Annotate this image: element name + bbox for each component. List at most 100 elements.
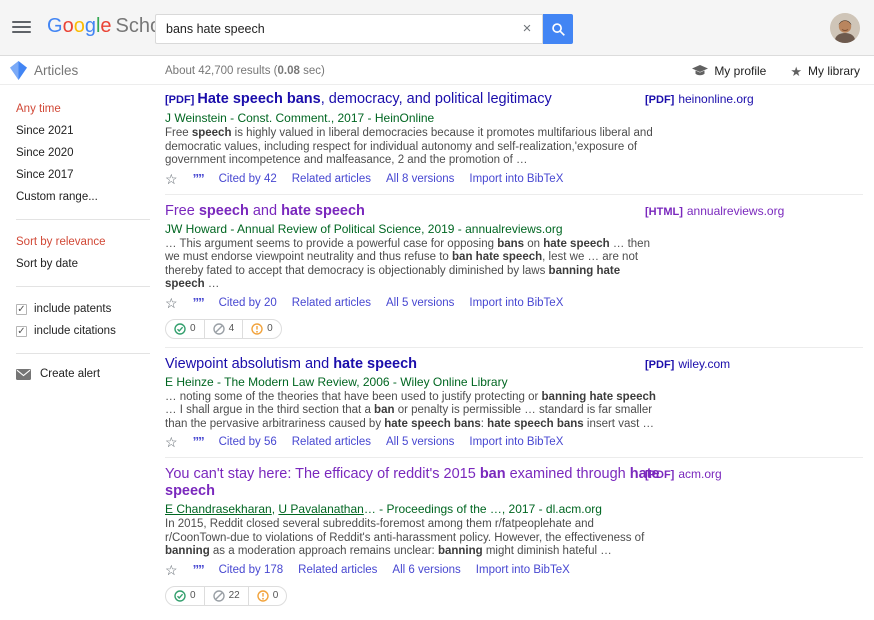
sidebar-filter-link[interactable]: Since 2020 [16,142,150,164]
checkbox-label: include citations [34,320,116,342]
avatar[interactable] [830,13,860,43]
result-title[interactable]: [PDF] Hate speech bans, democracy, and p… [165,91,662,109]
bibtex-link[interactable]: Import into BibTeX [469,436,563,448]
slash-circle-icon [213,590,225,602]
cite-icon[interactable]: ”” [193,173,204,185]
check-circle-icon [174,590,186,602]
sidebar: Any time Since 2021 Since 2020 Since 201… [16,98,150,380]
alert-circle-icon [257,590,269,602]
side-link[interactable]: [PDF]acm.org [645,467,722,481]
versions-link[interactable]: All 8 versions [386,173,454,185]
scite-badge[interactable]: 0 4 0 [165,319,282,339]
cite-icon[interactable]: ”” [193,297,204,309]
sidebar-filter-link[interactable]: Since 2017 [16,164,150,186]
sidebar-checkbox-row[interactable]: ✓ include patents [16,298,150,320]
checkbox-label: include patents [34,298,111,320]
create-alert-button[interactable]: Create alert [16,368,150,380]
search-result: Free speech and hate speech JW Howard - … [165,195,863,348]
sidebar-checkbox-row[interactable]: ✓ include citations [16,320,150,342]
bibtex-link[interactable]: Import into BibTeX [469,297,563,309]
my-profile-label: My profile [714,64,766,78]
scite-badge[interactable]: 0 22 0 [165,586,287,606]
divider [16,219,150,220]
result-title[interactable]: Free speech and hate speech [165,203,662,220]
section-label: Articles [34,63,78,78]
result-byline: J Weinstein - Const. Comment., 2017 - He… [165,111,662,125]
cited-by-link[interactable]: Cited by 20 [219,297,277,309]
result-snippet: Free speech is highly valued in liberal … [165,127,662,168]
bibtex-link[interactable]: Import into BibTeX [476,564,570,576]
related-articles-link[interactable]: Related articles [292,173,371,185]
result-actions: ☆ ”” Cited by 56 Related articles All 5 … [165,435,662,449]
result-main: You can't stay here: The efficacy of red… [165,466,662,606]
result-snippet: In 2015, Reddit closed several subreddit… [165,518,662,559]
result-main: [PDF] Hate speech bans, democracy, and p… [165,91,662,186]
scite-contrasting: 0 [249,587,287,605]
result-title[interactable]: Viewpoint absolutism and hate speech [165,356,662,373]
menu-button[interactable] [12,21,31,34]
side-link[interactable]: [PDF]heinonline.org [645,92,754,106]
scite-contrasting: 0 [243,320,281,338]
result-main: Viewpoint absolutism and hate speech E H… [165,356,662,450]
menu-bar [12,31,31,33]
check-circle-icon [174,323,186,335]
my-profile-link[interactable]: My profile [692,64,766,78]
sidebar-filter-link[interactable]: Sort by date [16,253,150,275]
top-header: GoogleScholar × [0,0,874,56]
sort-option-group: Sort by relevance Sort by date [16,231,150,275]
result-byline: JW Howard - Annual Review of Political S… [165,222,662,236]
save-icon[interactable]: ☆ [165,435,178,449]
search-button[interactable] [543,14,573,44]
sidebar-filter-link[interactable]: Since 2021 [16,120,150,142]
result-actions: ☆ ”” Cited by 20 Related articles All 5 … [165,296,662,310]
versions-link[interactable]: All 5 versions [386,297,454,309]
save-icon[interactable]: ☆ [165,172,178,186]
versions-link[interactable]: All 5 versions [386,436,454,448]
save-icon[interactable]: ☆ [165,563,178,577]
bibtex-link[interactable]: Import into BibTeX [469,173,563,185]
clear-search-icon[interactable]: × [519,20,535,37]
results-stats: About 42,700 results (0.08 sec) [165,65,325,77]
result-actions: ☆ ”” Cited by 42 Related articles All 8 … [165,172,662,186]
side-link[interactable]: [HTML]annualreviews.org [645,204,784,218]
sidebar-filter-link[interactable]: Sort by relevance [16,231,150,253]
cite-icon[interactable]: ”” [193,564,204,576]
cited-by-link[interactable]: Cited by 178 [219,564,284,576]
save-icon[interactable]: ☆ [165,296,178,310]
checkbox-icon[interactable]: ✓ [16,326,27,337]
result-actions: ☆ ”” Cited by 178 Related articles All 6… [165,563,662,577]
star-icon: ★ [790,65,802,78]
divider [16,353,150,354]
articles-dropdown-icon[interactable] [10,61,27,83]
toggle-group: ✓ include patents ✓ include citations [16,298,150,342]
related-articles-link[interactable]: Related articles [298,564,377,576]
result-snippet: … noting some of the theories that have … [165,391,662,432]
scite-supporting: 0 [166,320,205,338]
related-articles-link[interactable]: Related articles [292,436,371,448]
alert-circle-icon [251,323,263,335]
checkbox-icon[interactable]: ✓ [16,304,27,315]
cited-by-link[interactable]: Cited by 42 [219,173,277,185]
result-main: Free speech and hate speech JW Howard - … [165,203,662,339]
my-library-link[interactable]: ★ My library [790,64,860,78]
result-byline: E Chandrasekharan, U Pavalanathan… - Pro… [165,502,662,516]
result-title[interactable]: You can't stay here: The efficacy of red… [165,466,662,500]
search-icon [551,22,566,37]
envelope-icon [16,369,31,380]
search-result: You can't stay here: The efficacy of red… [165,458,863,614]
search-result: Viewpoint absolutism and hate speech E H… [165,348,863,459]
slash-circle-icon [213,323,225,335]
sidebar-filter-link[interactable]: Custom range... [16,186,150,208]
cited-by-link[interactable]: Cited by 56 [219,436,277,448]
sidebar-filter-link[interactable]: Any time [16,98,150,120]
logo-google-text: Google [47,15,112,37]
profile-links: My profile ★ My library [692,64,860,78]
side-link[interactable]: [PDF]wiley.com [645,357,730,371]
related-articles-link[interactable]: Related articles [292,297,371,309]
versions-link[interactable]: All 6 versions [392,564,460,576]
subheader-bar: Articles About 42,700 results (0.08 sec)… [0,57,874,85]
result-snippet: … This argument seems to provide a power… [165,238,662,292]
search-result: [PDF] Hate speech bans, democracy, and p… [165,83,863,195]
cite-icon[interactable]: ”” [193,436,204,448]
search-input[interactable] [155,14,543,44]
